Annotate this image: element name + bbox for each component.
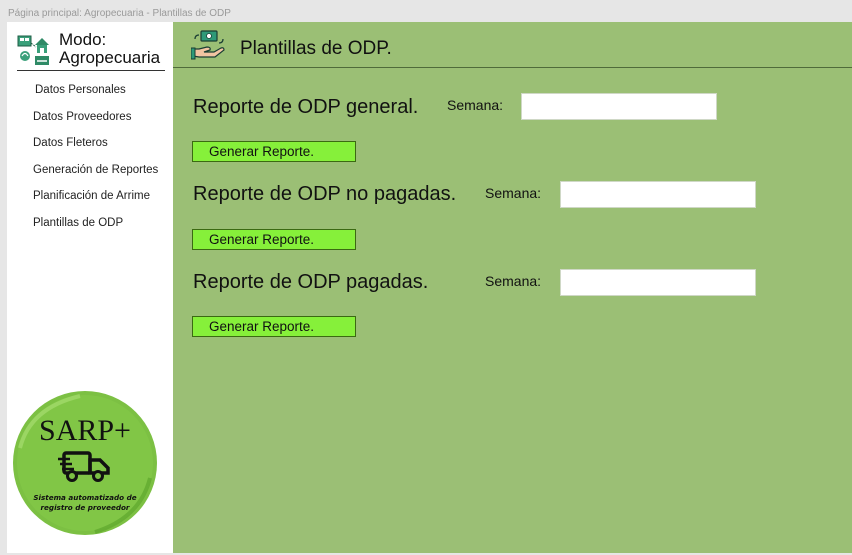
report-unpaid-generate-button[interactable]: Generar Reporte. <box>192 229 356 250</box>
main-panel: Plantillas de ODP. Reporte de ODP genera… <box>173 22 852 553</box>
report-paid-week-input[interactable] <box>560 269 756 296</box>
report-paid-generate-button[interactable]: Generar Reporte. <box>192 316 356 337</box>
sidebar-item-datos-personales[interactable]: Datos Personales <box>33 83 158 110</box>
sidebar-item-generacion-reportes[interactable]: Generación de Reportes <box>33 163 158 190</box>
logo-title: SARP+ <box>39 414 131 447</box>
report-unpaid-title: Reporte de ODP no pagadas. <box>193 183 457 205</box>
report-general-week-input[interactable] <box>521 93 717 120</box>
sidebar-item-plantillas-odp[interactable]: Plantillas de ODP <box>33 216 158 243</box>
report-paid-week-label: Semana: <box>485 273 542 289</box>
sidebar: Modo: Agropecuaria Datos Personales Dato… <box>7 22 173 553</box>
mode-label: Modo: <box>59 30 107 49</box>
logo-subtitle-line2: registro de proveedor <box>41 503 130 512</box>
main-header: Plantillas de ODP. <box>173 22 852 68</box>
report-general-week-label: Semana: <box>447 97 504 113</box>
window-title: Página principal: Agropecuaria - Plantil… <box>8 8 231 19</box>
logo-subtitle-line1: Sistema automatizado de <box>33 493 136 502</box>
mode-value: Agropecuaria <box>59 48 161 67</box>
page-title: Plantillas de ODP. <box>240 38 392 59</box>
report-paid-title: Reporte de ODP pagadas. <box>193 271 429 293</box>
money-hand-icon <box>191 30 225 60</box>
sidebar-item-datos-proveedores[interactable]: Datos Proveedores <box>33 110 158 137</box>
mode-header: Modo: Agropecuaria <box>17 31 165 71</box>
sarp-logo: SARP+ Sistema automatizado de registro d… <box>13 391 157 535</box>
report-general-title: Reporte de ODP general. <box>193 96 419 118</box>
app-frame: Modo: Agropecuaria Datos Personales Dato… <box>7 22 852 553</box>
sidebar-item-planificacion-arrime[interactable]: Planificación de Arrime <box>33 189 158 216</box>
sidebar-nav: Datos Personales Datos Proveedores Datos… <box>33 83 158 242</box>
farm-icon <box>17 35 49 65</box>
report-unpaid-week-input[interactable] <box>560 181 756 208</box>
mode-title: Modo: Agropecuaria <box>59 31 160 67</box>
report-unpaid-week-label: Semana: <box>485 185 542 201</box>
report-general-generate-button[interactable]: Generar Reporte. <box>192 141 356 162</box>
sidebar-item-datos-fleteros[interactable]: Datos Fleteros <box>33 136 158 163</box>
